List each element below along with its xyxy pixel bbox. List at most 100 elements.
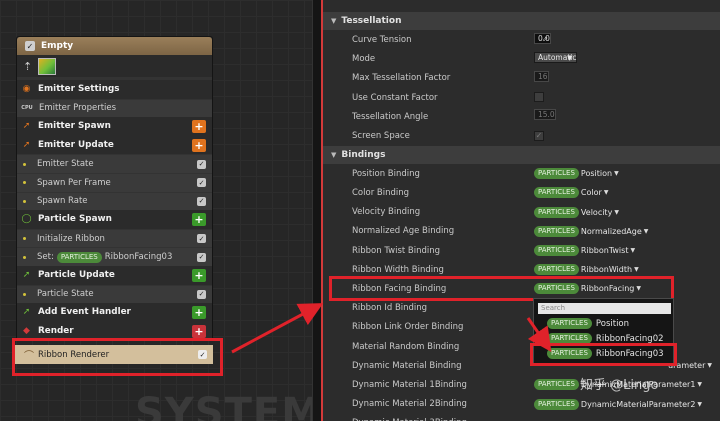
stack-group-label: Render <box>38 326 74 337</box>
panel-splitter[interactable] <box>312 0 321 421</box>
property-row-curve-tension: Curve Tension 0.0 ⇗ <box>323 31 720 50</box>
emitter-node-header[interactable]: ✓ Empty <box>17 37 212 55</box>
popup-search-input[interactable]: Search <box>538 303 671 314</box>
particles-namespace-tag: PARTICLES <box>547 333 592 344</box>
property-label: Dynamic Material 2Binding <box>352 399 467 410</box>
binding-value: RibbonTwist <box>580 246 629 255</box>
update-arrow-icon: ➚ <box>22 270 31 281</box>
node-graph-canvas[interactable]: SYSTEM ✓ Empty ⇡ ◉ Emitter Settings CPU Emi… <box>0 0 312 421</box>
stack-module-set-ribbonfacing[interactable]: Set: PARTICLES RibbonFacing03 ✓ <box>17 247 212 266</box>
section-header-bindings[interactable]: ▼ Bindings <box>323 145 720 164</box>
set-prefix: Set: <box>37 252 54 263</box>
stack-group-label: Emitter Spawn <box>38 121 111 132</box>
property-row-screen-space: Screen Space ✓ <box>323 127 720 146</box>
pin-icon[interactable]: ⇡ <box>23 60 35 73</box>
popup-item-position[interactable]: PARTICLES Position <box>544 317 629 330</box>
module-enabled-checkbox[interactable]: ✓ <box>197 234 206 244</box>
property-row-use-constant-factor: Use Constant Factor <box>323 88 720 107</box>
popup-item-ribbonfacing03[interactable]: PARTICLES RibbonFacing03 <box>544 347 664 360</box>
render-icon: ◆ <box>23 326 30 337</box>
collapse-arrow-icon[interactable]: ▼ <box>331 17 336 25</box>
binding-value: RibbonWidth <box>580 265 633 275</box>
section-header-tessellation[interactable]: ▼ Tessellation <box>323 12 720 30</box>
screen-space-checkbox[interactable]: ✓ <box>534 130 544 141</box>
stack-group-particle-spawn[interactable]: ◯ Particle Spawn + <box>17 210 212 229</box>
popup-item-ribbonfacing02[interactable]: PARTICLES RibbonFacing02 <box>544 332 664 345</box>
emitter-node[interactable]: ✓ Empty ⇡ ◉ Emitter Settings CPU Emitter Pr… <box>16 36 213 341</box>
use-constant-factor-checkbox[interactable] <box>534 92 544 103</box>
mode-dropdown[interactable]: Automatic ▼ <box>534 51 578 63</box>
stack-group-particle-update[interactable]: ➚ Particle Update + <box>17 266 212 285</box>
add-module-button[interactable]: + <box>192 268 206 282</box>
stack-group-add-event-handler[interactable]: ➚ Add Event Handler + <box>17 303 212 322</box>
stack-module-initialize-ribbon[interactable]: Initialize Ribbon ✓ <box>17 228 212 248</box>
module-dot-icon <box>23 199 26 203</box>
emitter-title: Empty <box>41 41 74 51</box>
section-title: Tessellation <box>341 16 402 26</box>
property-label: Ribbon Facing Binding <box>352 283 447 294</box>
ribbon-facing-binding-selector[interactable]: PARTICLES RibbonFacing ▼ <box>534 282 641 295</box>
color-binding-selector[interactable]: PARTICLES Color ▼ <box>534 186 608 199</box>
module-enabled-checkbox[interactable]: ✓ <box>197 289 206 299</box>
stack-group-emitter-spawn[interactable]: ➚ Emitter Spawn + <box>17 117 212 136</box>
stack-module-spawn-rate[interactable]: Spawn Rate ✓ <box>17 191 212 211</box>
add-module-button[interactable]: + <box>192 138 206 152</box>
add-module-button[interactable]: + <box>192 119 206 133</box>
module-enabled-checkbox[interactable]: ✓ <box>197 196 206 206</box>
popup-item-label: Position <box>595 318 630 329</box>
ribbon-twist-binding-selector[interactable]: PARTICLES RibbonTwist ▼ <box>534 244 635 257</box>
module-label: Initialize Ribbon <box>37 233 105 244</box>
chevron-down-icon: ▼ <box>614 170 619 178</box>
event-arrow-icon: ➚ <box>22 307 31 318</box>
module-enabled-checkbox[interactable]: ✓ <box>197 178 206 188</box>
max-tessellation-factor-input[interactable]: 16 <box>534 70 549 82</box>
ribbon-width-binding-selector[interactable]: PARTICLES RibbonWidth ▼ <box>534 263 639 276</box>
module-enabled-checkbox[interactable]: ✓ <box>197 159 206 169</box>
collapse-arrow-icon[interactable]: ▼ <box>331 151 336 159</box>
module-dot-icon <box>23 162 26 166</box>
section-title: Bindings <box>341 149 386 160</box>
property-label: Dynamic Material Binding <box>352 360 462 371</box>
stack-module-emitter-state[interactable]: Emitter State ✓ <box>17 154 212 173</box>
property-row-max-tessellation-factor: Max Tessellation Factor 16 <box>323 69 720 88</box>
emitter-settings-icon: ◉ <box>22 84 31 95</box>
stack-group-label: Particle Update <box>38 270 115 281</box>
stack-module-spawn-per-frame[interactable]: Spawn Per Frame ✓ <box>17 173 212 192</box>
property-row-ribbon-width-binding: Ribbon Width Binding PARTICLES RibbonWidth… <box>323 260 720 279</box>
particles-namespace-tag: PARTICLES <box>534 379 579 391</box>
stack-module-particle-state[interactable]: Particle State ✓ <box>17 284 212 304</box>
spawn-arrow-icon: ➚ <box>22 121 31 132</box>
property-row-ribbon-facing-binding: Ribbon Facing Binding PARTICLES RibbonFaci… <box>323 279 720 298</box>
particles-namespace-tag: PARTICLES <box>534 187 579 199</box>
particles-namespace-tag: PARTICLES <box>547 318 592 329</box>
link-input-icon[interactable]: ⇗ <box>542 34 548 44</box>
tessellation-angle-input[interactable]: 15.0 <box>534 109 556 121</box>
velocity-binding-selector[interactable]: PARTICLES Velocity ▼ <box>534 206 619 219</box>
position-binding-selector[interactable]: PARTICLES Position ▼ <box>534 167 619 180</box>
add-module-button[interactable]: + <box>192 324 206 338</box>
emitter-enabled-checkbox[interactable]: ✓ <box>25 41 35 51</box>
stack-group-render[interactable]: ◆ Render + <box>17 321 212 341</box>
binding-dropdown-popup[interactable]: Search PARTICLES Position PARTICLES RibbonF… <box>533 298 674 365</box>
ribbon-renderer-row[interactable]: ⌒ Ribbon Renderer ✓ <box>14 345 213 364</box>
module-enabled-checkbox[interactable]: ✓ <box>197 252 206 262</box>
property-label: Mode <box>352 54 376 65</box>
binding-value: NormalizedAge <box>580 226 642 236</box>
zhihu-watermark: 知乎 @Lingo <box>580 378 659 393</box>
particles-namespace-tag: PARTICLES <box>547 348 592 359</box>
normalized-age-binding-selector[interactable]: PARTICLES NormalizedAge ▼ <box>534 225 648 238</box>
add-module-button[interactable]: + <box>192 305 206 319</box>
stack-group-emitter-update[interactable]: ➚ Emitter Update + <box>17 135 212 155</box>
property-row-velocity-binding: Velocity Binding PARTICLES Velocity ▼ <box>323 203 720 222</box>
ribbon-renderer-checkbox[interactable]: ✓ <box>198 350 207 359</box>
property-label: Ribbon Width Binding <box>352 264 444 275</box>
particles-namespace-tag: PARTICLES <box>56 251 102 263</box>
dynamic-material-2binding-selector[interactable]: PARTICLES DynamicMaterialParameter2 ▼ <box>534 398 702 411</box>
curve-tension-input[interactable]: 0.0 ⇗ <box>534 32 551 44</box>
dynamic-material-binding-selector[interactable]: arameter ▼ <box>668 359 712 372</box>
stack-module-emitter-properties[interactable]: CPU Emitter Properties <box>17 98 212 118</box>
chevron-down-icon: ▼ <box>603 189 609 197</box>
property-label: Ribbon Twist Binding <box>352 245 441 256</box>
add-module-button[interactable]: + <box>192 212 206 226</box>
stack-group-emitter-settings[interactable]: ◉ Emitter Settings <box>17 80 212 99</box>
